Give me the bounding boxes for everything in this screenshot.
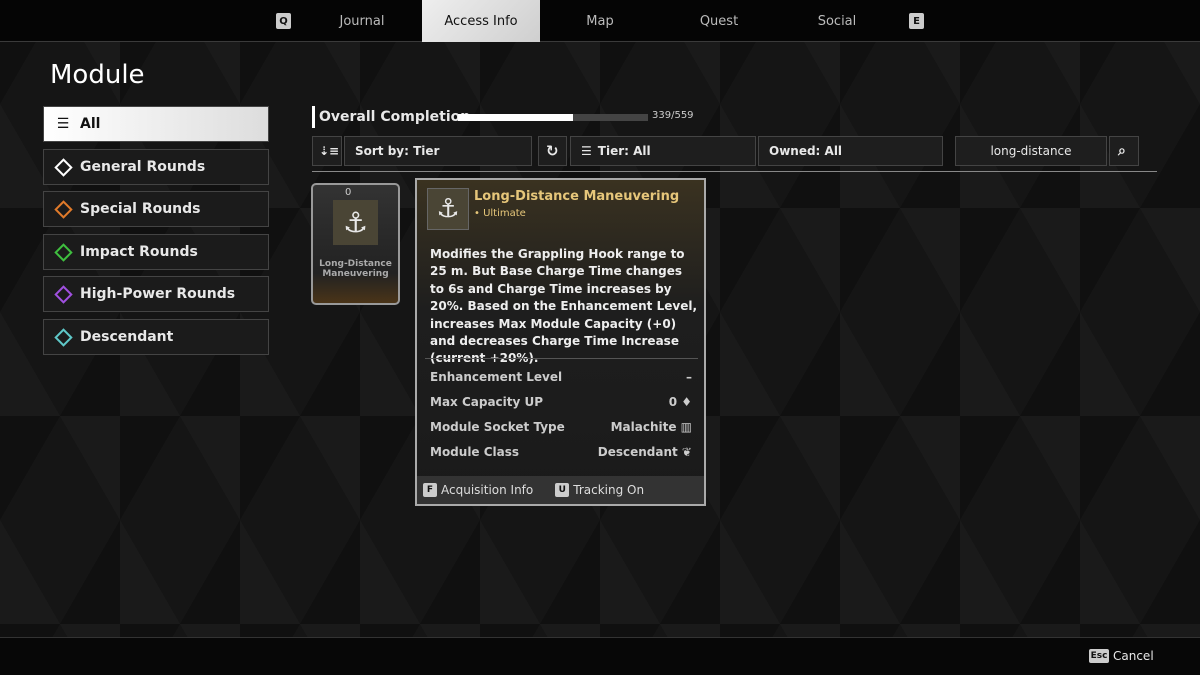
tracking-button[interactable]: Tracking On (573, 483, 644, 497)
prev-tab-key[interactable]: Q (276, 13, 291, 29)
overall-completion-label: Overall Completion (312, 106, 470, 128)
tier-dropdown[interactable]: ☰ Tier: All (570, 136, 756, 166)
layers-icon: ☰ (581, 144, 592, 158)
descendant-icon (52, 326, 74, 348)
stat-max-capacity: Max Capacity UP 0 ♦ (430, 395, 692, 409)
page-title: Module (50, 60, 145, 90)
top-nav: Q Journal Access Info Map Quest Social E (0, 0, 1200, 42)
general-rounds-icon (52, 156, 74, 178)
grappling-hook-icon: ⚓ (427, 188, 469, 230)
stat-enhancement-level: Enhancement Level – (430, 370, 692, 384)
impact-rounds-icon (52, 241, 74, 263)
module-capacity: 0 (345, 187, 352, 198)
search-input[interactable]: long-distance (955, 136, 1107, 166)
completion-progress-fill (458, 114, 574, 121)
sidebar-item-impact-rounds[interactable]: Impact Rounds (43, 234, 269, 270)
module-tooltip: ⚓ Long-Distance Maneuvering • Ultimate M… (415, 178, 706, 506)
sidebar-item-all[interactable]: ☰ All (43, 106, 269, 142)
sidebar-item-general-rounds[interactable]: General Rounds (43, 149, 269, 185)
high-power-rounds-icon (52, 283, 74, 305)
key-f: F (423, 483, 437, 497)
sidebar-item-descendant[interactable]: Descendant (43, 319, 269, 355)
cancel-button[interactable]: Esc Cancel (1089, 649, 1154, 663)
search-button[interactable]: ⌕ (1109, 136, 1139, 166)
reset-filters-button[interactable]: ↻ (538, 136, 567, 166)
tab-quest[interactable]: Quest (660, 0, 778, 42)
search-icon: ⌕ (1118, 143, 1126, 159)
tab-map[interactable]: Map (541, 0, 659, 42)
tab-access-info[interactable]: Access Info (422, 0, 540, 42)
stat-module-class: Module Class Descendant ❦ (430, 445, 692, 459)
sidebar-item-special-rounds[interactable]: Special Rounds (43, 191, 269, 227)
grappling-hook-icon: ⚓ (333, 200, 378, 245)
bottom-bar: Esc Cancel (0, 637, 1200, 675)
next-tab-key[interactable]: E (909, 13, 924, 29)
layers-icon: ☰ (56, 116, 70, 132)
completion-progress-bar (458, 114, 648, 121)
tab-journal[interactable]: Journal (303, 0, 421, 42)
refresh-icon: ↻ (546, 142, 559, 160)
sort-icon: ⇣≡ (319, 144, 340, 158)
completion-count: 339/559 (652, 110, 694, 121)
divider (312, 171, 1157, 172)
module-description: Modifies the Grappling Hook range to 25 … (430, 247, 698, 366)
sort-order-button[interactable]: ⇣≡ (312, 136, 342, 166)
divider (425, 358, 698, 359)
tab-social[interactable]: Social (778, 0, 896, 42)
stat-socket-type: Module Socket Type Malachite ▥ (430, 420, 692, 434)
module-card-name: Long-Distance Maneuvering (319, 259, 392, 279)
module-card[interactable]: 0 ⚓ Long-Distance Maneuvering (311, 183, 400, 305)
owned-dropdown[interactable]: Owned: All (758, 136, 943, 166)
sort-dropdown[interactable]: Sort by: Tier (344, 136, 532, 166)
key-u: U (555, 483, 570, 497)
module-name: Long-Distance Maneuvering (474, 189, 680, 204)
module-tier: • Ultimate (474, 208, 526, 219)
sidebar-item-high-power-rounds[interactable]: High-Power Rounds (43, 276, 269, 312)
tooltip-footer: F Acquisition Info U Tracking On (417, 476, 704, 504)
key-esc: Esc (1089, 649, 1109, 663)
special-rounds-icon (52, 198, 74, 220)
acquisition-info-button[interactable]: Acquisition Info (441, 483, 533, 497)
